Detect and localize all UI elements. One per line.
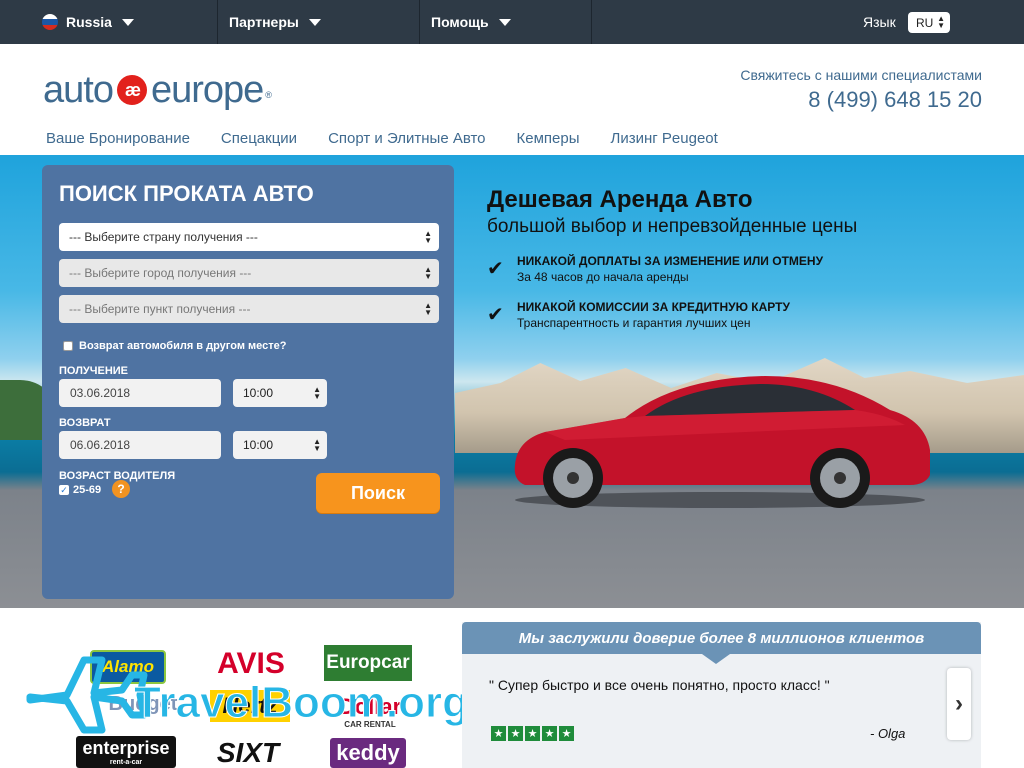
return-label: ВОЗВРАТ — [59, 417, 111, 429]
chevron-down-icon — [121, 18, 134, 26]
return-time-value: 10:00 — [243, 438, 274, 452]
logo-text-left: auto — [43, 68, 114, 111]
help-menu[interactable]: Помощь — [420, 0, 592, 44]
search-panel: ПОИСК ПРОКАТА АВТО --- Выберите страну п… — [42, 165, 454, 599]
language-label: Язык — [863, 14, 896, 30]
feature-item: ✔ НИКАКОЙ КОМИССИИ ЗА КРЕДИТНУЮ КАРТУ Тр… — [487, 300, 790, 330]
partners-menu[interactable]: Партнеры — [218, 0, 420, 44]
star-icon: ★ — [491, 726, 506, 741]
pickup-label: ПОЛУЧЕНИЕ — [59, 365, 129, 377]
enterprise-sub-label: rent-a-car — [109, 759, 143, 766]
main-nav: Ваше Бронирование Спецакции Спорт и Элит… — [46, 130, 749, 150]
rating-stars: ★ ★ ★ ★ ★ — [491, 726, 576, 741]
help-icon[interactable]: ? — [112, 480, 130, 498]
reviews-widget: Мы заслужили доверие более 8 миллионов к… — [462, 622, 981, 768]
updown-icon: ▲ ▼ — [313, 437, 321, 453]
country-selector[interactable]: Russia — [0, 0, 218, 44]
driver-age-option[interactable]: ✓ 25-69 — [59, 484, 101, 496]
russia-flag-icon — [42, 14, 58, 30]
driver-age-value: 25-69 — [73, 484, 102, 496]
location-select-value: --- Выберите пункт получения --- — [69, 302, 251, 316]
reviews-header: Мы заслужили доверие более 8 миллионов к… — [462, 622, 981, 664]
promo-subtitle: большой выбор и непревзойденные цены — [487, 216, 858, 237]
pickup-time-select[interactable]: 10:00 ▲ ▼ — [233, 379, 327, 407]
next-review-button[interactable]: › — [947, 668, 971, 740]
promo-title: Дешевая Аренда Авто — [487, 186, 753, 213]
city-select-value: --- Выберите город получения --- — [69, 266, 252, 280]
country-select-value: --- Выберите страну получения --- — [69, 230, 258, 244]
nav-item-specials[interactable]: Спецакции — [221, 130, 297, 150]
top-bar: Russia Партнеры Помощь Язык RU ▲ ▼ — [0, 0, 1024, 44]
star-icon: ★ — [508, 726, 523, 741]
watermark-text: TravelBoom.org — [134, 678, 469, 727]
star-icon: ★ — [542, 726, 557, 741]
contact-line[interactable]: Свяжитесь с нашими специалистами — [740, 67, 982, 83]
return-other-label: Возврат автомобиля в другом месте? — [79, 340, 287, 352]
travelboom-watermark: TravelBoom.org — [26, 656, 469, 734]
return-time-select[interactable]: 10:00 ▲ ▼ — [233, 431, 327, 459]
chevron-down-icon — [308, 18, 321, 26]
return-other-location[interactable]: Возврат автомобиля в другом месте? — [63, 340, 286, 352]
registered-mark: ® — [265, 90, 272, 100]
check-icon[interactable]: ✓ — [59, 485, 69, 495]
review-quote: " Супер быстро и все очень понятно, прос… — [489, 677, 830, 693]
chevron-right-icon: › — [955, 690, 963, 717]
language-value: RU — [916, 15, 934, 30]
search-title: ПОИСК ПРОКАТА АВТО — [59, 181, 314, 206]
feature-text: Транспарентность и гарантия лучших цен — [517, 316, 751, 330]
logo-text-right: europe — [150, 68, 264, 111]
updown-icon: ▲ ▼ — [424, 229, 432, 245]
updown-icon: ▲ ▼ — [313, 385, 321, 401]
return-date-value: 06.06.2018 — [70, 438, 131, 452]
pickup-time-value: 10:00 — [243, 386, 274, 400]
logo-mark: æ — [116, 75, 147, 105]
review-author: - Olga — [870, 726, 906, 741]
feature-heading: НИКАКОЙ ДОПЛАТЫ ЗА ИЗМЕНЕНИЕ ИЛИ ОТМЕНУ — [517, 254, 824, 268]
phone-number[interactable]: 8 (499) 648 15 20 — [740, 87, 982, 113]
feature-text: За 48 часов до начала аренды — [517, 270, 689, 284]
location-select[interactable]: --- Выберите пункт получения --- ▲ ▼ — [59, 295, 439, 323]
promo-block: Дешевая Аренда Авто большой выбор и непр… — [487, 186, 857, 238]
updown-icon: ▲ ▼ — [937, 14, 945, 30]
updown-icon: ▲ ▼ — [424, 301, 432, 317]
reviews-header-text: Мы заслужили доверие более 8 миллионов к… — [518, 629, 925, 647]
checkmark-icon: ✔ — [487, 258, 504, 280]
pickup-date-input[interactable]: 03.06.2018 — [59, 379, 221, 407]
nav-item-sport-luxury[interactable]: Спорт и Элитные Авто — [328, 130, 485, 150]
red-car-image — [514, 376, 930, 508]
nav-item-peugeot-leasing[interactable]: Лизинг Peugeot — [611, 130, 718, 150]
help-label: Помощь — [431, 14, 489, 30]
pickup-date-value: 03.06.2018 — [70, 386, 131, 400]
return-other-checkbox[interactable] — [63, 341, 73, 351]
star-icon: ★ — [525, 726, 540, 741]
updown-icon: ▲ ▼ — [424, 265, 432, 281]
chevron-down-icon — [498, 18, 511, 26]
search-button[interactable]: Поиск — [316, 473, 440, 513]
country-select[interactable]: --- Выберите страну получения --- ▲ ▼ — [59, 223, 439, 251]
country-label: Russia — [66, 14, 112, 30]
nav-item-campers[interactable]: Кемперы — [517, 130, 580, 150]
feature-item: ✔ НИКАКОЙ ДОПЛАТЫ ЗА ИЗМЕНЕНИЕ ИЛИ ОТМЕН… — [487, 254, 823, 284]
return-date-input[interactable]: 06.06.2018 — [59, 431, 221, 459]
contact-block: Свяжитесь с нашими специалистами 8 (499)… — [740, 67, 982, 113]
feature-heading: НИКАКОЙ КОМИССИИ ЗА КРЕДИТНУЮ КАРТУ — [517, 300, 790, 314]
checkmark-icon: ✔ — [487, 304, 504, 326]
star-icon: ★ — [559, 726, 574, 741]
city-select[interactable]: --- Выберите город получения --- ▲ ▼ — [59, 259, 439, 287]
language-select[interactable]: RU ▲ ▼ — [908, 12, 950, 33]
nav-item-booking[interactable]: Ваше Бронирование — [46, 130, 190, 150]
header-notch — [702, 654, 730, 664]
auto-europe-logo[interactable]: auto æ europe ® — [43, 68, 272, 112]
partners-label: Партнеры — [229, 14, 299, 30]
